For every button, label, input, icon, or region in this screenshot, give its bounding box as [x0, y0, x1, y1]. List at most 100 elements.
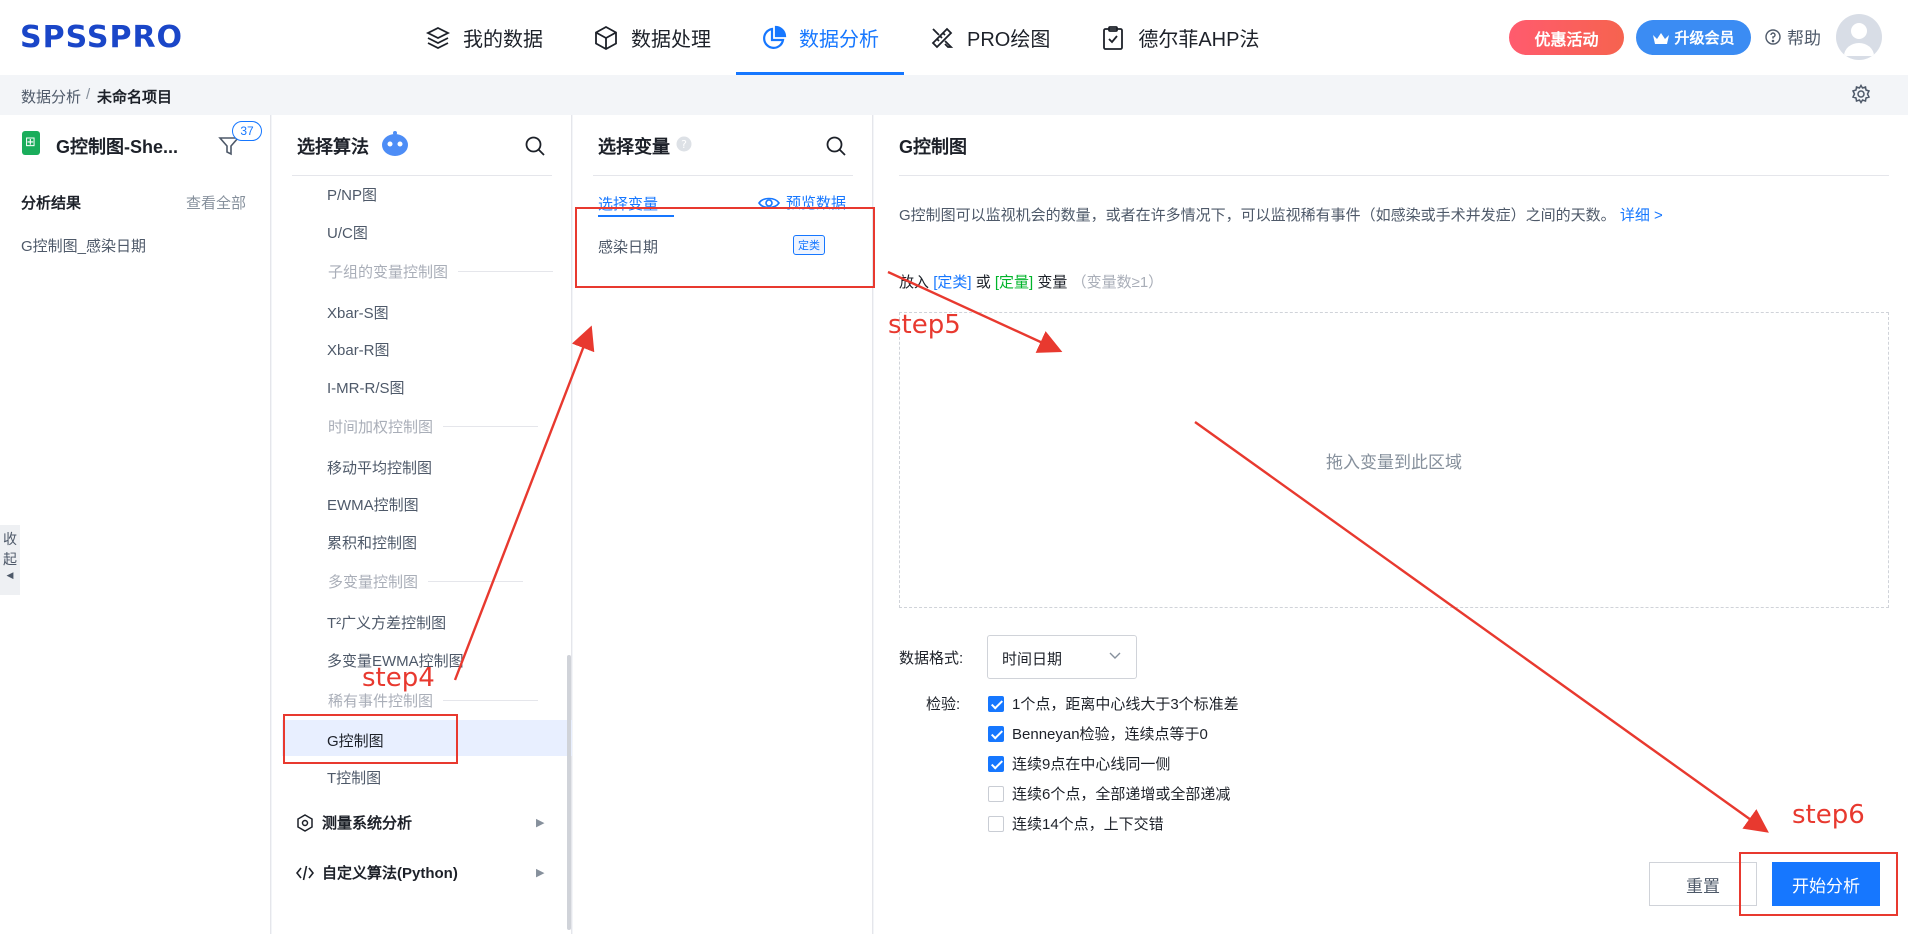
algorithm-panel: 选择算法 P/NP图 U/C图 子组的变量控制图 Xbar-S图 Xbar-R图… [272, 115, 572, 934]
algo-item[interactable]: Xbar-R图 [327, 339, 390, 360]
sheet-title[interactable]: G控制图-She... [56, 133, 178, 159]
algo-item[interactable]: P/NP图 [327, 184, 377, 205]
group-text: 时间加权控制图 [328, 419, 434, 436]
nav-label: 我的数据 [463, 29, 543, 51]
search-icon[interactable] [825, 135, 847, 157]
collapse-sidebar-button[interactable]: 收起 ◀ [0, 525, 20, 595]
nav-data-processing[interactable]: 数据处理 [568, 0, 736, 75]
clipboard-check-icon [1103, 25, 1124, 50]
check-option[interactable]: 连续14个点，上下交错 [988, 813, 1164, 834]
ruler-pencil-icon [931, 27, 954, 48]
config-title: G控制图 [899, 137, 968, 157]
nav-label: 数据处理 [631, 29, 711, 51]
algo-category[interactable]: 测量系统分析 [296, 812, 412, 833]
upgrade-button[interactable]: 升级会员 [1636, 20, 1751, 55]
nav-delphi-ahp[interactable]: 德尔菲AHP法 [1075, 0, 1284, 75]
checkbox-unchecked[interactable] [988, 815, 1004, 832]
annotation-box-step4 [283, 714, 458, 764]
nav-data-analysis[interactable]: 数据分析 [736, 0, 904, 75]
annotation-box-step6 [1739, 852, 1898, 916]
algo-category[interactable]: 自定义算法(Python) [296, 862, 458, 883]
algo-group-label: 时间加权控制图 [328, 416, 538, 437]
promo-button[interactable]: 优惠活动 [1509, 20, 1624, 55]
caret-right-icon: ▶ [536, 817, 545, 829]
algo-item[interactable]: U/C图 [327, 222, 368, 243]
check-option[interactable]: 连续6个点，全部递增或全部递减 [988, 783, 1230, 804]
filter-count-badge: 37 [232, 121, 262, 141]
gear-icon[interactable] [1851, 84, 1871, 104]
algo-item[interactable]: T²广义方差控制图 [327, 612, 446, 633]
crown-icon [1653, 32, 1670, 44]
nav-label: PRO绘图 [967, 29, 1051, 51]
algo-item[interactable]: 累积和控制图 [327, 532, 417, 553]
breadcrumb: 数据分析 / 未命名项目 [0, 75, 1908, 115]
data-format-select[interactable]: 时间日期 [987, 635, 1137, 679]
caret-right-icon: ▶ [536, 867, 545, 879]
result-item[interactable]: G控制图_感染日期 [21, 235, 146, 256]
drop-suffix: 变量 [1037, 274, 1068, 291]
or-text: 或 [975, 274, 991, 291]
quantitative-tag: [定量] [994, 274, 1034, 291]
algo-item[interactable]: Xbar-S图 [327, 302, 389, 323]
drop-zone-text: 拖入变量到此区域 [1326, 452, 1462, 472]
algo-group-label: 多变量控制图 [328, 571, 523, 592]
drop-instruction: 放入 [定类] 或 [定量] 变量 （变量数≥1） [899, 271, 1163, 292]
algo-group-label: 稀有事件控制图 [328, 690, 538, 711]
divider [899, 175, 1889, 176]
nav-label: 德尔菲AHP法 [1138, 29, 1260, 51]
nav-label: 数据分析 [799, 29, 879, 51]
category-label: 自定义算法(Python) [322, 865, 458, 882]
view-all-link[interactable]: 查看全部 [186, 192, 246, 213]
algo-item[interactable]: T控制图 [327, 767, 381, 788]
code-icon [296, 865, 314, 880]
annotation-step4: step4 [362, 663, 435, 693]
divider [292, 175, 552, 176]
caret-left-icon: ◀ [6, 570, 14, 580]
variable-count-hint: （变量数≥1） [1071, 274, 1164, 291]
scrollbar[interactable] [567, 655, 571, 930]
search-icon[interactable] [524, 135, 546, 157]
algo-item[interactable]: EWMA控制图 [327, 494, 419, 515]
user-icon [1844, 23, 1874, 56]
group-text: 子组的变量控制图 [328, 264, 449, 281]
breadcrumb-current: 未命名项目 [97, 89, 173, 106]
hexagon-icon [297, 813, 313, 832]
config-panel: G控制图 G控制图可以监视机会的数量，或者在许多情况下，可以监视稀有事件（如感染… [874, 115, 1908, 934]
nav-my-data[interactable]: 我的数据 [400, 0, 568, 75]
check-option[interactable]: 1个点，距离中心线大于3个标准差 [988, 693, 1239, 714]
data-format-value: 时间日期 [1002, 651, 1063, 668]
main-nav: 我的数据 数据处理 数据分析 PRO绘图 德尔菲AHP法 [400, 0, 1284, 75]
layers-icon [425, 26, 451, 49]
annotation-step5: step5 [888, 310, 961, 340]
description-text: G控制图可以监视机会的数量，或者在许多情况下，可以监视稀有事件（如感染或手术并发… [899, 207, 1616, 224]
category-label: 测量系统分析 [322, 815, 413, 832]
algorithm-panel-title: 选择算法 [297, 137, 369, 157]
detail-link[interactable]: 详细 > [1620, 207, 1663, 224]
check-option[interactable]: Benneyan检验，连续点等于0 [988, 723, 1208, 744]
checks-label: 检验: [926, 696, 961, 713]
checkbox-checked[interactable] [988, 755, 1004, 772]
app-logo[interactable]: SPSSPRO [20, 20, 183, 55]
nav-pro-drawing[interactable]: PRO绘图 [904, 0, 1075, 75]
cube-icon [595, 25, 617, 50]
question-icon [1765, 28, 1781, 45]
algo-item[interactable]: 移动平均控制图 [327, 457, 432, 478]
divider [593, 175, 853, 176]
checkbox-unchecked[interactable] [988, 785, 1004, 802]
variable-drop-zone[interactable]: 拖入变量到此区域 [899, 312, 1889, 608]
categorical-tag: [定类] [933, 274, 972, 291]
checkbox-checked[interactable] [988, 725, 1004, 742]
upgrade-label: 升级会员 [1674, 30, 1735, 47]
check-label: 连续9点在中心线同一侧 [1012, 756, 1171, 773]
breadcrumb-root[interactable]: 数据分析 [21, 86, 81, 107]
chevron-down-icon [1109, 652, 1121, 659]
avatar[interactable] [1836, 14, 1882, 60]
results-panel: G控制图-She... 37 分析结果 查看全部 G控制图_感染日期 [0, 115, 271, 934]
robot-icon[interactable] [380, 130, 410, 158]
svg-text:?: ? [681, 138, 687, 151]
check-option[interactable]: 连续9点在中心线同一侧 [988, 753, 1170, 774]
checkbox-checked[interactable] [988, 695, 1004, 712]
question-icon[interactable]: ? [676, 136, 692, 152]
help-link[interactable]: 帮助 [1765, 24, 1821, 49]
algo-item[interactable]: I-MR-R/S图 [327, 377, 405, 398]
